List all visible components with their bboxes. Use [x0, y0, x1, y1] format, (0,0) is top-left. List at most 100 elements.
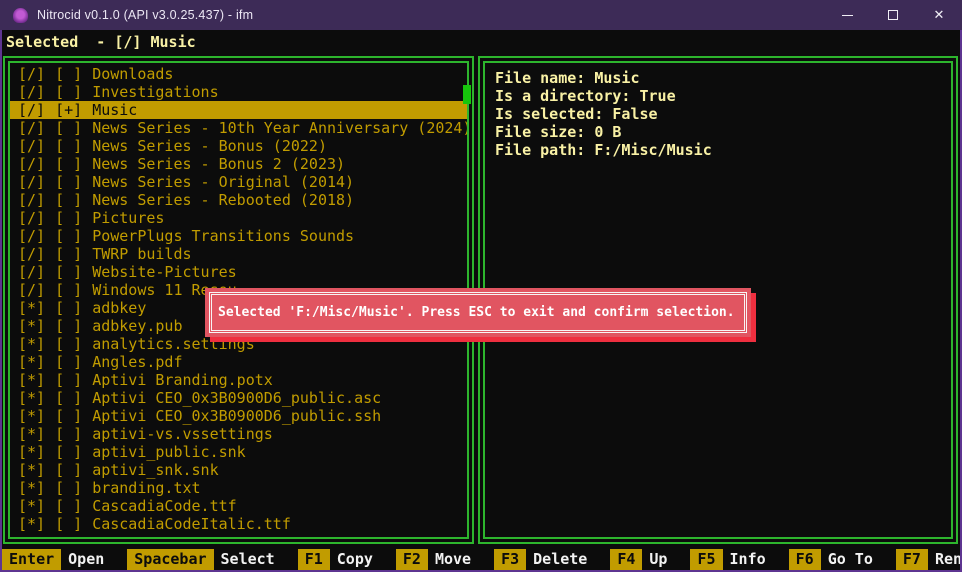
entry-name: aptivi-vs.vssettings [92, 425, 273, 443]
entry-type-marker: [/] [18, 245, 45, 263]
entry-check-marker: [ ] [55, 137, 82, 155]
keybinding[interactable]: F7Rename [896, 549, 960, 570]
entry-name: News Series - Bonus 2 (2023) [92, 155, 345, 173]
file-list-row[interactable]: [*][ ]Aptivi CEO_0x3B0900D6_public.asc [10, 389, 467, 407]
window-title: Nitrocid v0.1.0 (API v3.0.25.437) - ifm [37, 8, 253, 22]
entry-name: Aptivi CEO_0x3B0900D6_public.ssh [92, 407, 381, 425]
entry-type-marker: [/] [18, 137, 45, 155]
entry-type-marker: [/] [18, 119, 45, 137]
titlebar: Nitrocid v0.1.0 (API v3.0.25.437) - ifm … [0, 0, 962, 30]
entry-check-marker: [ ] [55, 497, 82, 515]
entry-check-marker: [ ] [55, 245, 82, 263]
close-icon: ✕ [934, 7, 945, 23]
minimize-button[interactable] [824, 0, 870, 30]
keybinding[interactable]: F6Go To [789, 549, 880, 570]
file-list-row[interactable]: [/][ ]Pictures [10, 209, 467, 227]
keybinding-action: Go To [821, 549, 880, 570]
keybinding[interactable]: SpacebarSelect [127, 549, 281, 570]
window-controls: ✕ [824, 0, 962, 30]
entry-check-marker: [ ] [55, 299, 82, 317]
keybinding[interactable]: F2Move [396, 549, 478, 570]
selection-status: Selected - [/] Music [6, 33, 196, 51]
keybinding-key: Enter [2, 549, 61, 570]
file-list-row[interactable]: [/][ ]TWRP builds [10, 245, 467, 263]
keybinding[interactable]: F5Info [690, 549, 772, 570]
info-line: File path: F:/Misc/Music [495, 141, 951, 159]
entry-type-marker: [*] [18, 353, 45, 371]
info-line: Is selected: False [495, 105, 951, 123]
file-list-row[interactable]: [/][ ]PowerPlugs Transitions Sounds [10, 227, 467, 245]
file-list-row[interactable]: [*][ ]Angles.pdf [10, 353, 467, 371]
info-line: File name: Music [495, 69, 951, 87]
maximize-button[interactable] [870, 0, 916, 30]
file-list-row[interactable]: [*][ ]aptivi_snk.snk [10, 461, 467, 479]
nitrocid-app-icon [13, 8, 28, 23]
entry-type-marker: [/] [18, 83, 45, 101]
entry-type-marker: [*] [18, 299, 45, 317]
entry-type-marker: [/] [18, 191, 45, 209]
file-list-row[interactable]: [/][ ]News Series - Rebooted (2018) [10, 191, 467, 209]
file-list-row[interactable]: [/] [ ] News Series - 10th Year Anniversar… [10, 119, 467, 137]
entry-check-marker: [ ] [55, 281, 82, 299]
file-list-row[interactable]: [/][ ]News Series - Original (2014) [10, 173, 467, 191]
file-list-row[interactable]: [/][+]Music [10, 101, 467, 119]
entry-name: Website-Pictures [92, 263, 237, 281]
entry-check-marker: [ ] [55, 353, 82, 371]
entry-name: PowerPlugs Transitions Sounds [92, 227, 354, 245]
entry-check-marker: [ ] [55, 443, 82, 461]
entry-name: Music [92, 101, 137, 119]
file-list-row[interactable]: [/] [ ] News Series - Bonus 2 (2023) [10, 155, 467, 173]
entry-type-marker: [*] [18, 389, 45, 407]
entry-type-marker: [*] [18, 443, 45, 461]
keybinding[interactable]: F4Up [610, 549, 674, 570]
entry-check-marker: [ ] [55, 65, 82, 83]
file-list-row[interactable]: [*][ ]analytics.settings [10, 335, 467, 353]
entry-name: News Series - Original (2014) [92, 173, 354, 191]
keybinding-action: Rename [928, 549, 960, 570]
file-list-row[interactable]: [*][ ]aptivi_public.snk [10, 443, 467, 461]
file-list-row[interactable]: [*][ ]Aptivi CEO_0x3B0900D6_public.ssh [10, 407, 467, 425]
keybinding-action: Select [214, 549, 282, 570]
entry-check-marker: [ ] [55, 371, 82, 389]
file-list-row[interactable]: [*] [ ] aptivi-vs.vssettings [10, 425, 467, 443]
entry-check-marker: [ ] [55, 317, 82, 335]
entry-type-marker: [*] [18, 317, 45, 335]
entry-type-marker: [/] [18, 155, 45, 173]
keybinding-action: Copy [330, 549, 380, 570]
entry-check-marker: [ ] [55, 209, 82, 227]
entry-name: News Series - 10th Year Anniversary (202… [92, 119, 467, 137]
entry-type-marker: [*] [18, 515, 45, 533]
entry-check-marker: [ ] [55, 335, 82, 353]
file-list-row[interactable]: [/][ ]News Series - Bonus (2022) [10, 137, 467, 155]
entry-check-marker: [ ] [55, 407, 82, 425]
file-list-row[interactable]: [*][ ]CascadiaCode.ttf [10, 497, 467, 515]
file-list-row[interactable]: [/][ ]Investigations [10, 83, 467, 101]
scrollbar-thumb[interactable] [463, 85, 471, 104]
entry-type-marker: [*] [18, 335, 45, 353]
keybinding[interactable]: F3Delete [494, 549, 594, 570]
keybar: EnterOpen SpacebarSelect F1Copy F2Move F3Del… [2, 548, 960, 570]
file-list-row[interactable]: [*][ ]CascadiaCodeItalic.ttf [10, 515, 467, 533]
entry-type-marker: [*] [18, 497, 45, 515]
file-list-row[interactable]: [*] [ ] Aptivi Branding.potx [10, 371, 467, 389]
entry-name: Aptivi Branding.potx [92, 371, 273, 389]
file-list-row[interactable]: [*][ ]branding.txt [10, 479, 467, 497]
entry-check-marker: [ ] [55, 155, 82, 173]
entry-name: adbkey [92, 299, 146, 317]
keybinding-key: F6 [789, 549, 821, 570]
keybinding[interactable]: EnterOpen [2, 549, 111, 570]
close-button[interactable]: ✕ [916, 0, 962, 30]
file-list-row[interactable]: [/][ ]Downloads [10, 65, 467, 83]
file-list-row[interactable]: [/][ ]Website-Pictures [10, 263, 467, 281]
keybinding-action: Up [642, 549, 674, 570]
keybinding[interactable]: F1Copy [298, 549, 380, 570]
entry-check-marker: [ ] [55, 119, 82, 137]
entry-type-marker: [*] [18, 425, 45, 443]
entry-name: CascadiaCodeItalic.ttf [92, 515, 291, 533]
keybinding-key: F1 [298, 549, 330, 570]
entry-type-marker: [*] [18, 371, 45, 389]
info-line: Is a directory: True [495, 87, 951, 105]
entry-type-marker: [/] [18, 263, 45, 281]
entry-name: branding.txt [92, 479, 200, 497]
entry-check-marker: [ ] [55, 425, 82, 443]
